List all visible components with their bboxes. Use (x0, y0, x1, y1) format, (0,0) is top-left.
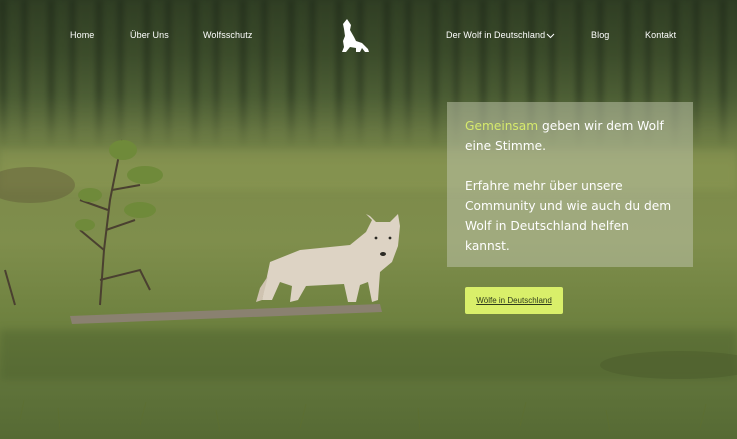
nav-der-wolf-in-deutschland[interactable]: Der Wolf in Deutschland (446, 30, 555, 40)
nav-home[interactable]: Home (70, 30, 94, 40)
fallen-log (70, 304, 382, 324)
nav-ueber-uns[interactable]: Über Uns (130, 30, 169, 40)
hero-headline: Gemeinsam geben wir dem Wolf eine Stimme… (465, 116, 675, 156)
nav-kontakt[interactable]: Kontakt (645, 30, 676, 40)
nav-wolfsschutz[interactable]: Wolfsschutz (203, 30, 252, 40)
nav-der-wolf-label: Der Wolf in Deutschland (446, 30, 546, 40)
headline-accent: Gemeinsam (465, 119, 539, 133)
hero-section: Home Über Uns Wolfsschutz Der Wolf in De… (0, 0, 737, 439)
sapling-needles (75, 140, 163, 231)
chevron-down-icon (546, 31, 555, 40)
nav-blog[interactable]: Blog (591, 30, 609, 40)
howling-wolf-icon[interactable] (338, 17, 372, 53)
woelfe-in-deutschland-button[interactable]: Wölfe in Deutschland (465, 287, 563, 314)
wolf (256, 214, 400, 302)
hero-text-box: Gemeinsam geben wir dem Wolf eine Stimme… (447, 102, 693, 267)
hero-body-text: Erfahre mehr über unsere Community und w… (465, 179, 672, 253)
shrub-patch (0, 167, 75, 203)
grass-blades (19, 399, 707, 433)
grass-patch (600, 351, 737, 379)
main-navigation: Home Über Uns Wolfsschutz Der Wolf in De… (0, 0, 737, 70)
